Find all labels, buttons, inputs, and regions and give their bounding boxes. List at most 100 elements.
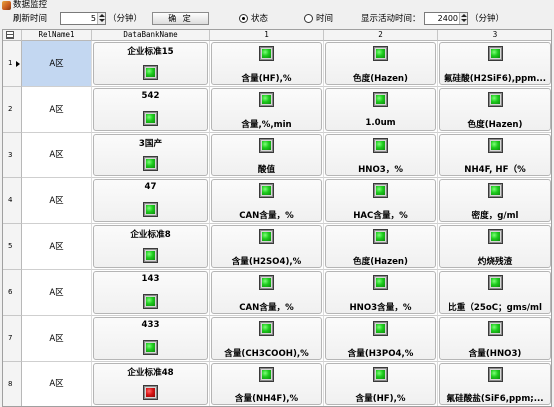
status-panel[interactable]: NH4F, HF（%: [439, 134, 551, 176]
status-cell-2[interactable]: HNO3，%: [324, 133, 438, 178]
rel-name-cell[interactable]: A区: [22, 270, 92, 316]
status-cell-1[interactable]: 含量(HF),%: [210, 41, 324, 87]
row-header[interactable]: 8: [3, 362, 22, 406]
column-header-3[interactable]: 3: [438, 30, 551, 41]
status-panel[interactable]: 含量(NH4F),%: [211, 363, 322, 405]
status-panel[interactable]: HNO3含量，%: [325, 271, 436, 314]
databank-cell[interactable]: 企业标准48: [92, 362, 210, 406]
status-panel[interactable]: 密度，g/ml: [439, 179, 551, 222]
databank-status-panel[interactable]: 542: [93, 88, 208, 131]
databank-status-panel[interactable]: 企业标准48: [93, 363, 208, 405]
row-header[interactable]: 6: [3, 270, 22, 316]
databank-cell[interactable]: 143: [92, 270, 210, 316]
row-header[interactable]: 5: [3, 224, 22, 270]
databank-cell[interactable]: 47: [92, 178, 210, 224]
status-cell-3[interactable]: 氟硅酸盐(SiF6,ppm;...: [438, 362, 551, 406]
status-cell-3[interactable]: 含量(HNO3): [438, 316, 551, 362]
row-header[interactable]: 2: [3, 87, 22, 133]
status-panel[interactable]: 含量(H3PO4,%: [325, 317, 436, 360]
status-cell-2[interactable]: 含量(HF),%: [324, 362, 438, 406]
row-header[interactable]: 4: [3, 178, 22, 224]
databank-status-panel[interactable]: 企业标准8: [93, 225, 208, 268]
status-cell-2[interactable]: 含量(H3PO4,%: [324, 316, 438, 362]
rel-name-cell[interactable]: A区: [22, 133, 92, 178]
status-cell-3[interactable]: 氟硅酸(H2SiF6),ppm...: [438, 41, 551, 87]
status-panel[interactable]: HAC含量，%: [325, 179, 436, 222]
databank-status-panel[interactable]: 143: [93, 271, 208, 314]
status-panel[interactable]: CAN含量，%: [211, 271, 322, 314]
status-cell-3[interactable]: 比重（25oC；gms/ml: [438, 270, 551, 316]
grid-corner[interactable]: [3, 30, 22, 41]
column-header-1[interactable]: 1: [210, 30, 324, 41]
status-panel[interactable]: 氟硅酸盐(SiF6,ppm;...: [439, 363, 551, 405]
status-panel[interactable]: 色度(Hazen): [325, 225, 436, 268]
rel-name-cell[interactable]: A区: [22, 87, 92, 133]
data-grid[interactable]: RelName1 DataBankName 1 2 3 1 A区 企业标准15 含量(…: [2, 29, 552, 407]
status-cell-1[interactable]: 含量(NH4F),%: [210, 362, 324, 406]
status-panel[interactable]: 1.0um: [325, 88, 436, 131]
rel-name-cell[interactable]: A区: [22, 362, 92, 406]
status-panel[interactable]: 比重（25oC；gms/ml: [439, 271, 551, 314]
status-cell-2[interactable]: 色度(Hazen): [324, 41, 438, 87]
status-panel[interactable]: HNO3，%: [325, 134, 436, 176]
databank-status-panel[interactable]: 433: [93, 317, 208, 360]
status-panel[interactable]: 含量(CH3COOH),%: [211, 317, 322, 360]
databank-status-panel[interactable]: 3国产: [93, 134, 208, 176]
spin-down-icon[interactable]: [99, 19, 105, 22]
status-cell-1[interactable]: CAN含量，%: [210, 178, 324, 224]
active-time-spinner[interactable]: 2400: [424, 12, 468, 25]
rel-name-cell[interactable]: A区: [22, 178, 92, 224]
status-cell-2[interactable]: 色度(Hazen): [324, 224, 438, 270]
databank-cell[interactable]: 542: [92, 87, 210, 133]
databank-cell[interactable]: 企业标准15: [92, 41, 210, 87]
spinner-buttons[interactable]: [97, 13, 105, 24]
active-time-label: 显示活动时间：: [361, 14, 421, 24]
status-cell-2[interactable]: HAC含量，%: [324, 178, 438, 224]
spin-up-icon[interactable]: [99, 14, 105, 17]
refresh-time-spinner[interactable]: 5: [60, 12, 106, 25]
spinner-buttons[interactable]: [459, 13, 467, 24]
status-panel[interactable]: 含量(HF),%: [325, 363, 436, 405]
status-panel[interactable]: 含量,%,min: [211, 88, 322, 131]
databank-status-panel[interactable]: 47: [93, 179, 208, 222]
status-cell-3[interactable]: 密度，g/ml: [438, 178, 551, 224]
status-panel[interactable]: 灼烧残渣: [439, 225, 551, 268]
row-header[interactable]: 3: [3, 133, 22, 178]
column-header-2[interactable]: 2: [324, 30, 438, 41]
status-panel[interactable]: 色度(Hazen): [325, 42, 436, 85]
rel-name-cell[interactable]: A区: [22, 224, 92, 270]
status-cell-2[interactable]: 1.0um: [324, 87, 438, 133]
databank-cell[interactable]: 3国产: [92, 133, 210, 178]
databank-status-panel[interactable]: 企业标准15: [93, 42, 208, 85]
status-panel[interactable]: 色度(Hazen): [439, 88, 551, 131]
status-panel[interactable]: 含量(HNO3): [439, 317, 551, 360]
row-header[interactable]: 7: [3, 316, 22, 362]
status-cell-1[interactable]: 含量,%,min: [210, 87, 324, 133]
status-cell-1[interactable]: 含量(H2SO4),%: [210, 224, 324, 270]
status-panel[interactable]: 酸值: [211, 134, 322, 176]
status-cell-1[interactable]: 含量(CH3COOH),%: [210, 316, 324, 362]
status-cell-1[interactable]: 酸值: [210, 133, 324, 178]
status-cell-3[interactable]: 色度(Hazen): [438, 87, 551, 133]
lamp-core: [376, 186, 385, 195]
rel-name-cell[interactable]: A区: [22, 41, 92, 87]
status-cell-1[interactable]: CAN含量，%: [210, 270, 324, 316]
time-radio[interactable]: [304, 14, 313, 23]
status-panel[interactable]: 含量(H2SO4),%: [211, 225, 322, 268]
status-cell-3[interactable]: NH4F, HF（%: [438, 133, 551, 178]
status-panel[interactable]: 氟硅酸(H2SiF6),ppm...: [439, 42, 551, 85]
column-header-databankname[interactable]: DataBankName: [92, 30, 210, 41]
spin-up-icon[interactable]: [461, 14, 467, 17]
status-cell-2[interactable]: HNO3含量，%: [324, 270, 438, 316]
column-header-relname[interactable]: RelName1: [22, 30, 92, 41]
confirm-button[interactable]: 确 定: [152, 12, 209, 25]
databank-cell[interactable]: 企业标准8: [92, 224, 210, 270]
databank-cell[interactable]: 433: [92, 316, 210, 362]
row-header[interactable]: 1: [3, 41, 22, 87]
spin-down-icon[interactable]: [461, 19, 467, 22]
status-radio[interactable]: [239, 14, 248, 23]
rel-name-cell[interactable]: A区: [22, 316, 92, 362]
status-cell-3[interactable]: 灼烧残渣: [438, 224, 551, 270]
status-panel[interactable]: CAN含量，%: [211, 179, 322, 222]
status-panel[interactable]: 含量(HF),%: [211, 42, 322, 85]
